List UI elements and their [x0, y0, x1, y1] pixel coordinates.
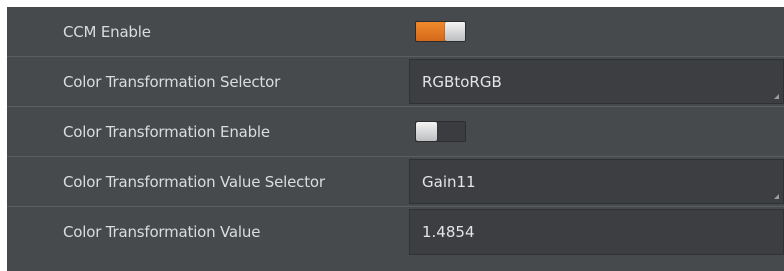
- row-color-transformation-enable: Color Transformation Enable: [7, 107, 784, 157]
- color-transformation-selector-label: Color Transformation Selector: [63, 72, 281, 91]
- dropdown-corner-icon: [774, 94, 779, 99]
- row-color-transformation-value-selector: Color Transformation Value Selector Gain…: [7, 157, 784, 207]
- color-transformation-value-input[interactable]: 1.4854: [409, 209, 784, 255]
- ccm-enable-label: CCM Enable: [63, 22, 151, 41]
- toggle-track-on: [416, 22, 447, 41]
- color-transformation-value-selector-dropdown[interactable]: Gain11: [409, 159, 784, 204]
- ccm-enable-toggle[interactable]: [415, 21, 466, 42]
- color-transformation-value-selector-label: Color Transformation Value Selector: [63, 172, 325, 191]
- toggle-knob: [416, 122, 437, 141]
- row-ccm-enable: CCM Enable: [7, 7, 784, 57]
- color-transformation-enable-label: Color Transformation Enable: [63, 122, 270, 141]
- dropdown-corner-icon: [774, 194, 779, 199]
- color-transformation-value-selector-value: Gain11: [422, 172, 476, 191]
- color-transformation-value-text: 1.4854: [422, 223, 475, 241]
- row-color-transformation-selector: Color Transformation Selector RGBtoRGB: [7, 57, 784, 107]
- color-transformation-enable-toggle[interactable]: [415, 121, 466, 142]
- row-color-transformation-value: Color Transformation Value 1.4854: [7, 207, 784, 257]
- color-transformation-value-label: Color Transformation Value: [63, 223, 261, 241]
- ccm-settings-panel: CCM Enable Color Transformation Selector…: [7, 7, 784, 271]
- color-transformation-selector-dropdown[interactable]: RGBtoRGB: [409, 59, 784, 104]
- toggle-knob: [445, 22, 465, 41]
- color-transformation-selector-value: RGBtoRGB: [422, 72, 502, 91]
